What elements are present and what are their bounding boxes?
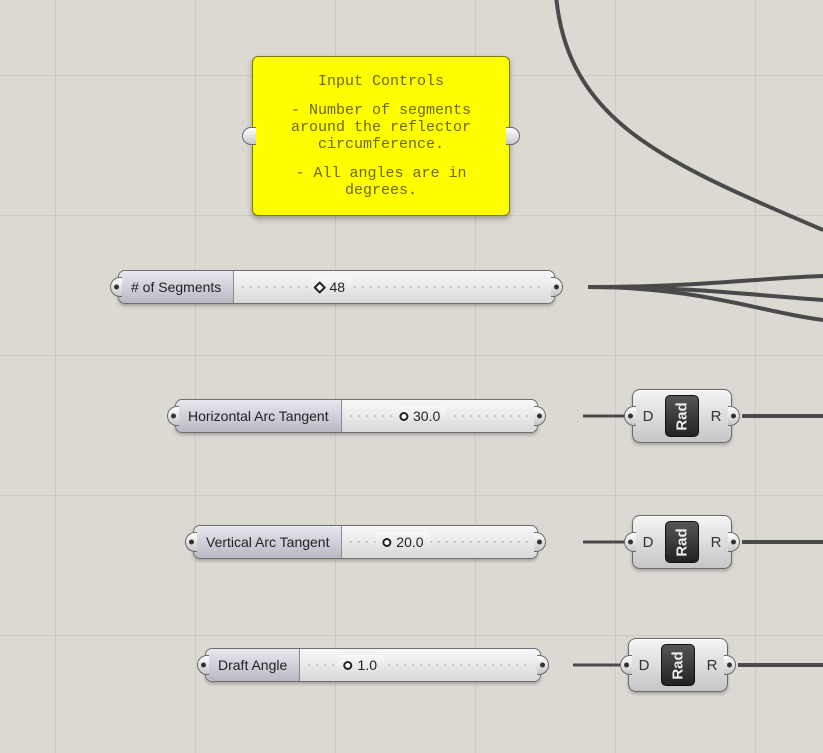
panel-input-grip[interactable] <box>242 127 256 145</box>
rad-label: Rad <box>674 528 691 556</box>
rad-input-port[interactable]: D <box>633 390 663 442</box>
slider-value: 48 <box>329 279 345 295</box>
circle-icon <box>344 661 353 670</box>
slider-label: # of Segments <box>119 271 234 303</box>
slider-track[interactable]: 48 <box>234 271 554 303</box>
panel-line2: - All angles are in degrees. <box>271 165 491 199</box>
slider-value: 20.0 <box>396 534 423 550</box>
rad-component-3[interactable]: D Rad R <box>628 638 728 692</box>
slider-label: Draft Angle <box>206 649 300 681</box>
slider-thumb[interactable]: 48 <box>308 277 352 297</box>
diamond-icon <box>314 281 327 294</box>
panel-title: Input Controls <box>271 73 491 90</box>
rad-body: Rad <box>665 521 699 563</box>
rad-body: Rad <box>661 644 695 686</box>
rad-body: Rad <box>665 395 699 437</box>
circle-icon <box>382 538 391 547</box>
rad-component-1[interactable]: D Rad R <box>632 389 732 443</box>
rad-input-port[interactable]: D <box>633 516 663 568</box>
slider-track[interactable]: 20.0 <box>342 526 537 558</box>
slider-value: 1.0 <box>358 657 377 673</box>
slider-thumb[interactable]: 1.0 <box>337 655 384 675</box>
rad-component-2[interactable]: D Rad R <box>632 515 732 569</box>
slider-thumb[interactable]: 20.0 <box>375 532 430 552</box>
slider-track[interactable]: 1.0 <box>300 649 540 681</box>
rad-label: Rad <box>674 402 691 430</box>
slider-segments[interactable]: # of Segments 48 <box>118 270 555 304</box>
circle-icon <box>399 412 408 421</box>
rad-output-port[interactable]: R <box>701 390 731 442</box>
slider-label: Horizontal Arc Tangent <box>176 400 342 432</box>
rad-output-port[interactable]: R <box>697 639 727 691</box>
panel-line1: - Number of segments around the reflecto… <box>271 102 491 153</box>
slider-value: 30.0 <box>413 408 440 424</box>
rad-input-port[interactable]: D <box>629 639 659 691</box>
slider-vertical-arc[interactable]: Vertical Arc Tangent 20.0 <box>193 525 538 559</box>
rad-output-port[interactable]: R <box>701 516 731 568</box>
slider-thumb[interactable]: 30.0 <box>392 406 447 426</box>
slider-horizontal-arc[interactable]: Horizontal Arc Tangent 30.0 <box>175 399 538 433</box>
slider-draft-angle[interactable]: Draft Angle 1.0 <box>205 648 541 682</box>
slider-track[interactable]: 30.0 <box>342 400 537 432</box>
note-panel[interactable]: Input Controls - Number of segments arou… <box>252 56 510 216</box>
slider-label: Vertical Arc Tangent <box>194 526 342 558</box>
rad-label: Rad <box>670 651 687 679</box>
